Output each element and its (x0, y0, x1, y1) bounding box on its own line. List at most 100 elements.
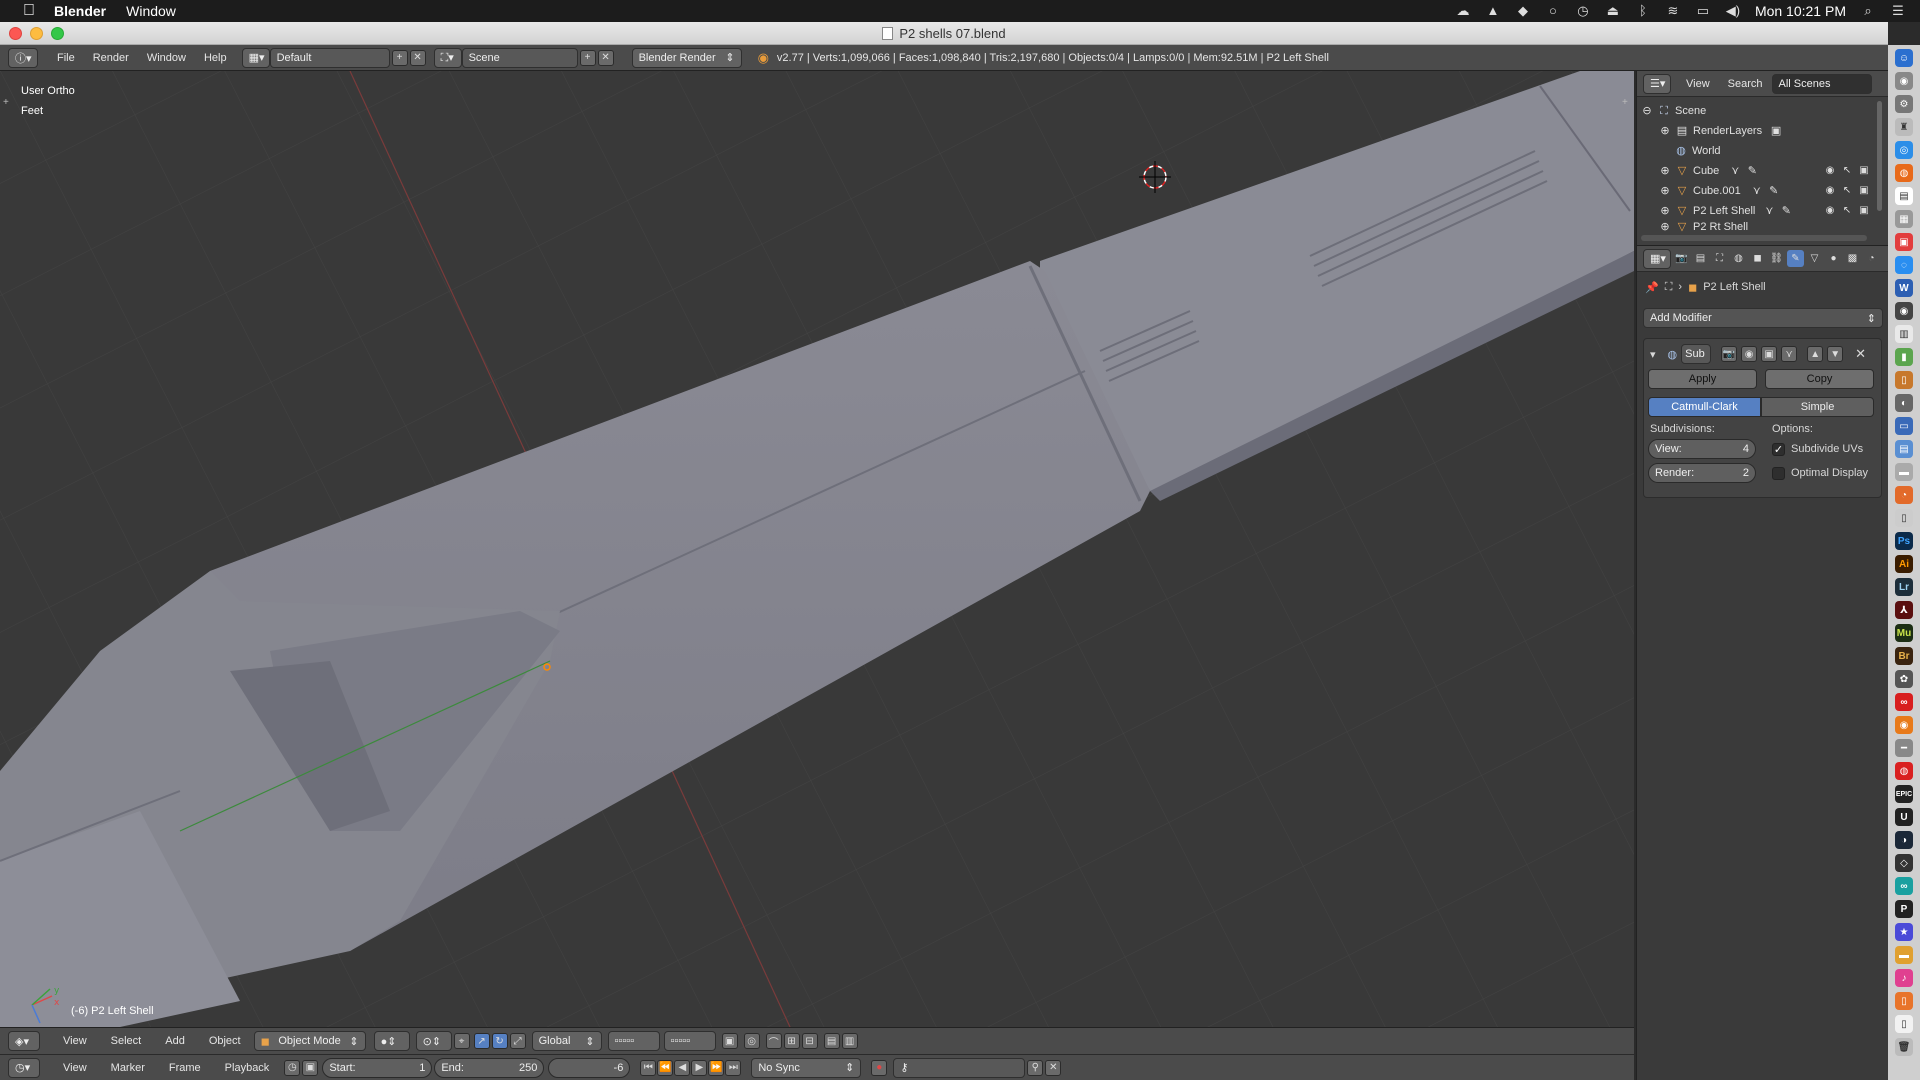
modifier-name-field[interactable]: Sub (1681, 344, 1712, 364)
renderable-camera-icon[interactable]: ▣ (1858, 205, 1870, 217)
automator-icon[interactable]: ♜ (1895, 118, 1913, 136)
subdivide-uvs-checkbox[interactable]: ✓ Subdivide UVs (1772, 442, 1863, 456)
sync-dropdown[interactable]: No Sync ⇕ (751, 1057, 862, 1078)
chrome-icon[interactable]: ◔ (1895, 486, 1913, 504)
optimal-display-checkbox[interactable]: Optimal Display (1772, 466, 1868, 480)
dropbox-icon[interactable]: ◆ (1515, 4, 1531, 18)
editmode-toggle-icon[interactable]: ▣ (1761, 346, 1778, 362)
jump-start-icon[interactable]: ⏮ (640, 1059, 657, 1076)
add-modifier-dropdown[interactable]: Add Modifier ⇕ (1643, 308, 1883, 328)
visibility-eye-icon[interactable]: ◉ (1824, 185, 1836, 197)
start-frame-field[interactable]: Start: 1 (322, 1057, 433, 1078)
properties-shelf-toggle-icon[interactable]: + (1622, 98, 1629, 108)
bridge-icon[interactable]: Br (1895, 647, 1913, 665)
creative-cloud-icon[interactable]: ∞ (1895, 693, 1913, 711)
lock-time-cursor-icon[interactable]: ▣ (302, 1059, 319, 1076)
disclosure-icon[interactable]: ⊕ (1659, 221, 1671, 233)
volume-icon[interactable]: ◀) (1725, 4, 1741, 18)
app-red-icon[interactable]: ◍ (1895, 762, 1913, 780)
document-dock-icon[interactable]: ▯ (1895, 509, 1913, 527)
snap-target-icon[interactable]: ⊟ (801, 1033, 818, 1049)
jump-keyframe-forward-icon[interactable]: ⏩ (708, 1059, 725, 1076)
scene-icon[interactable]: ⛶▾ (433, 47, 462, 68)
render-menu[interactable]: Render (84, 52, 138, 64)
messages-icon[interactable]: ◌ (1895, 256, 1913, 274)
preview-range-icon[interactable]: ◷ (284, 1059, 301, 1076)
outliner-view-menu[interactable]: View (1677, 78, 1719, 90)
word-icon[interactable]: W (1895, 279, 1913, 297)
end-frame-field[interactable]: End: 250 (434, 1057, 545, 1078)
play-icon[interactable]: ▶ (691, 1059, 708, 1076)
outliner-scrollbar[interactable] (1877, 101, 1882, 211)
printer-icon[interactable]: ▤ (1895, 440, 1913, 458)
rotate-manipulator-icon[interactable]: ↻ (491, 1033, 508, 1049)
scanner-icon[interactable]: ▭ (1895, 417, 1913, 435)
bluetooth-icon[interactable]: ᛒ (1635, 4, 1651, 18)
copy-button[interactable]: Copy (1765, 369, 1874, 389)
select-menu[interactable]: Select (102, 1035, 151, 1047)
add-layout-icon[interactable]: + (391, 49, 408, 66)
unreal-icon[interactable]: U (1895, 808, 1913, 826)
outliner-item-cube[interactable]: ⊕ ▽ Cube ⋎ ✎ ◉ ↖ ▣ (1637, 161, 1888, 181)
wifi-icon[interactable]: ≋ (1665, 4, 1681, 18)
disclosure-icon[interactable]: ⊖ (1641, 105, 1653, 117)
viewport-shading-icon[interactable]: ●⇕ (373, 1031, 410, 1051)
delete-keyframe-icon[interactable]: ✕ (1045, 1059, 1062, 1076)
play-reverse-icon[interactable]: ◀ (674, 1059, 691, 1076)
infinity-icon[interactable]: ∞ (1895, 877, 1913, 895)
auto-keying-icon[interactable]: ● (871, 1059, 888, 1076)
texture-tab-icon[interactable]: ▩ (1844, 250, 1861, 267)
help-menu[interactable]: Help (195, 52, 236, 64)
collapse-arrow-icon[interactable]: ▾ (1650, 348, 1656, 361)
current-frame-field[interactable]: -6 (548, 1057, 631, 1078)
window-menu[interactable]: Window (126, 3, 176, 19)
outliner-item-renderlayers[interactable]: ⊕ ▤ RenderLayers ▣ (1637, 121, 1888, 141)
snap-toggle-icon[interactable]: ⌒ (765, 1033, 782, 1049)
realtime-toggle-icon[interactable]: ◉ (1741, 346, 1758, 362)
chat-icon[interactable]: ○ (1545, 4, 1561, 18)
outliner-item-world[interactable]: ◍ World (1637, 141, 1888, 161)
frame-menu[interactable]: Frame (160, 1062, 210, 1074)
folder-app-icon[interactable]: ▬ (1895, 946, 1913, 964)
screen-layout-icon[interactable]: ▦▾ (241, 47, 270, 68)
outliner-search-menu[interactable]: Search (1719, 78, 1772, 90)
snap-element-icon[interactable]: ⊞ (783, 1033, 800, 1049)
star-icon[interactable]: ★ (1895, 923, 1913, 941)
tool-shelf-toggle-icon[interactable]: + (3, 98, 10, 108)
move-up-icon[interactable]: ▲ (1807, 346, 1824, 362)
game-icon[interactable]: ✿ (1895, 670, 1913, 688)
view-menu[interactable]: View (54, 1035, 96, 1047)
orientation-dropdown[interactable]: Global ⇕ (531, 1031, 602, 1051)
remove-layout-icon[interactable]: ✕ (409, 49, 426, 66)
pivot-point-icon[interactable]: ⊙⇕ (415, 1031, 452, 1051)
outliner-item-p2-left-shell[interactable]: ⊕ ▽ P2 Left Shell ⋎ ✎ ◉ ↖ ▣ (1637, 201, 1888, 221)
modifiers-tab-icon[interactable]: ✎ (1787, 250, 1804, 267)
notes-icon[interactable]: ▥ (1895, 325, 1913, 343)
tool-icon[interactable]: ━ (1895, 739, 1913, 757)
launchpad-icon[interactable]: ◉ (1895, 72, 1913, 90)
opengl-anim-icon[interactable]: ▥ (841, 1033, 858, 1049)
app-menu[interactable]: Blender (54, 3, 106, 19)
jump-keyframe-back-icon[interactable]: ⏪ (657, 1059, 674, 1076)
editor-type-timeline-icon[interactable]: ◷▾ (8, 1057, 40, 1078)
numbers-icon[interactable]: ▮ (1895, 348, 1913, 366)
render-toggle-icon[interactable]: 📷 (1721, 346, 1738, 362)
physics-tab-icon[interactable]: ◔ (1863, 250, 1880, 267)
window-menu-blender[interactable]: Window (138, 52, 195, 64)
books-icon[interactable]: ▯ (1895, 371, 1913, 389)
zoom-window-button[interactable] (51, 27, 64, 40)
constraints-tab-icon[interactable]: ⛓ (1768, 250, 1785, 267)
scale-manipulator-icon[interactable]: ⤢ (509, 1033, 526, 1049)
screen-layout-field[interactable]: Default (269, 47, 390, 68)
finder-icon[interactable]: ☺ (1895, 49, 1913, 67)
render-engine-dropdown[interactable]: Blender Render ⇕ (631, 47, 742, 68)
safari-icon[interactable]: ◎ (1895, 141, 1913, 159)
steam-icon[interactable]: ◑ (1895, 831, 1913, 849)
timeline-view-menu[interactable]: View (54, 1062, 96, 1074)
editor-type-info-icon[interactable]: ⓘ▾ (8, 47, 38, 68)
remove-scene-icon[interactable]: ✕ (597, 49, 614, 66)
translate-manipulator-icon[interactable]: ↗ (473, 1033, 490, 1049)
preview-icon[interactable]: ▦ (1895, 210, 1913, 228)
cloud-icon[interactable]: ☁ (1455, 4, 1471, 18)
calendar-icon[interactable]: ▣ (1895, 233, 1913, 251)
